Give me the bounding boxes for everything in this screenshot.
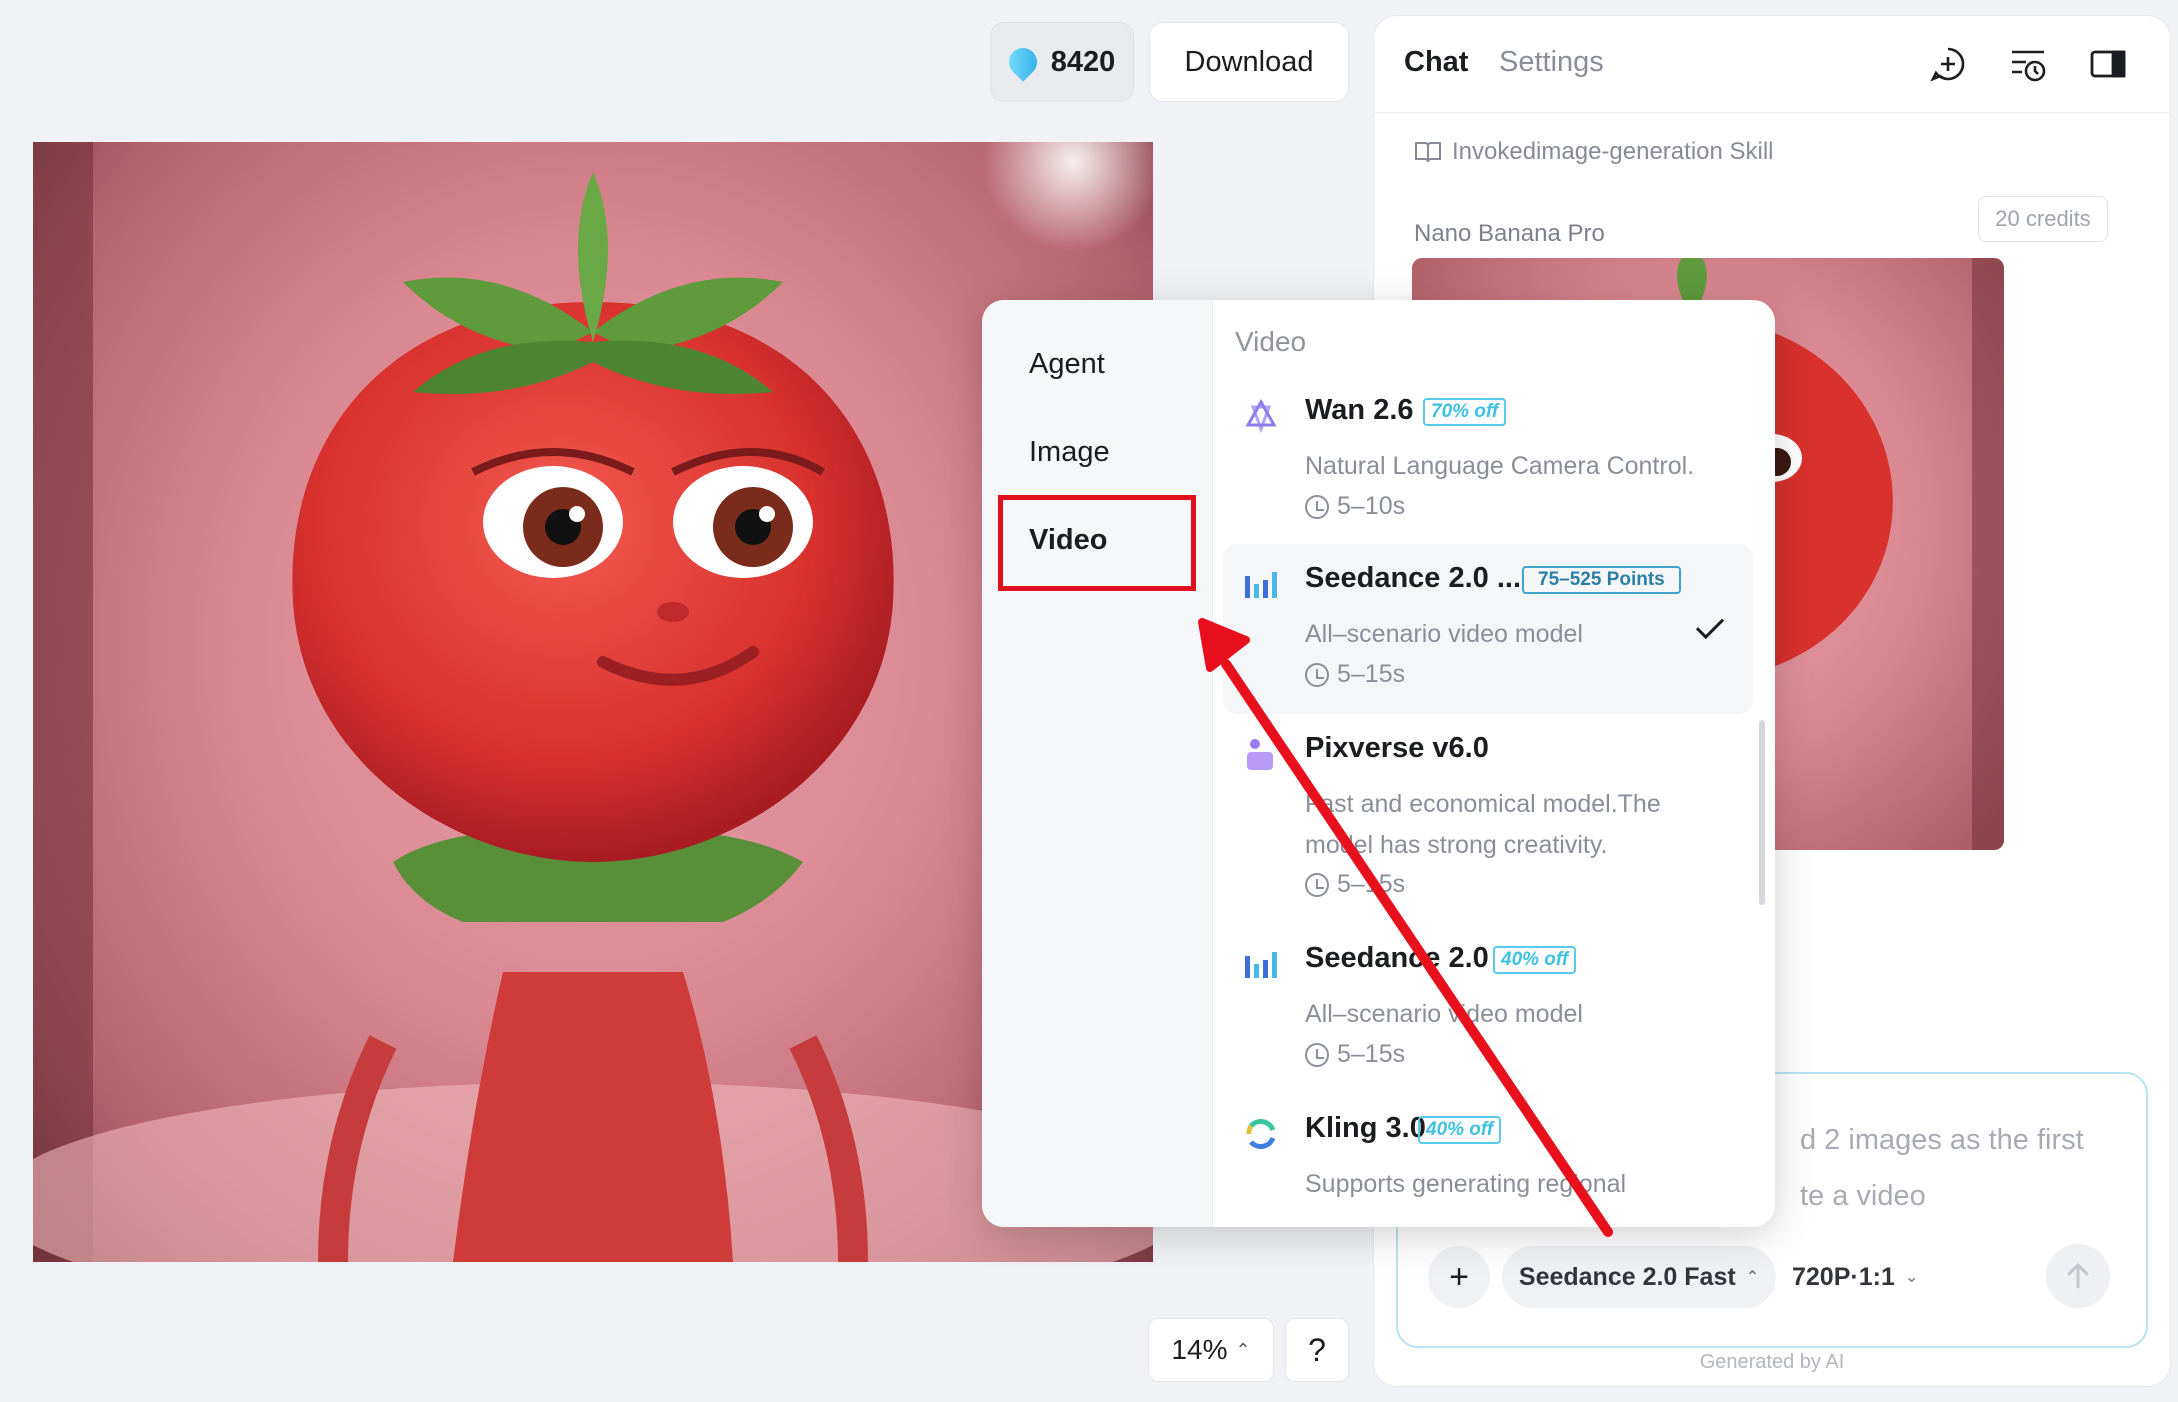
duration-text: 5–10s (1337, 492, 1406, 520)
resolution-select-dropdown[interactable]: 720P·1:1 ⌄ (1792, 1246, 1918, 1308)
header-divider (1374, 112, 2170, 113)
model-option-seedance-2-0-fast[interactable]: Seedance 2.0 ... 75–525 Points All–scena… (1223, 544, 1753, 714)
category-agent[interactable]: Agent (1029, 348, 1105, 381)
duration-text: 5–15s (1337, 660, 1406, 688)
model-description: Supports generating regional (1305, 1170, 1627, 1198)
model-duration: 5–15s (1305, 1040, 1405, 1069)
new-chat-icon[interactable] (1928, 44, 1968, 84)
model-description: All–scenario video model (1305, 1000, 1583, 1028)
points-badge: 75–525 Points (1522, 566, 1681, 594)
model-name: Pixverse v6.0 (1305, 732, 1489, 764)
model-description: Fast and economical model.The model has … (1305, 790, 1661, 859)
model-name: Kling 3.0 (1305, 1112, 1426, 1144)
model-select-dropdown[interactable]: Seedance 2.0 Fast ⌃ (1502, 1246, 1776, 1308)
video-category-highlight-box (998, 495, 1196, 591)
send-button[interactable] (2046, 1244, 2110, 1308)
model-option-kling-3-0[interactable]: Kling 3.0 40% off Supports generating re… (1223, 1094, 1753, 1227)
skill-text: Invokedimage-generation Skill (1452, 138, 1774, 165)
model-duration: 5–15s (1305, 660, 1405, 689)
clock-icon (1305, 872, 1329, 897)
seedance-bars-icon (1245, 572, 1277, 598)
chevron-up-icon: ⌃ (1745, 1269, 1760, 1286)
category-image[interactable]: Image (1029, 436, 1110, 469)
section-title: Video (1235, 326, 1307, 357)
clock-icon (1305, 1042, 1329, 1067)
tab-chat[interactable]: Chat (1404, 46, 1468, 79)
duration-text: 5–15s (1337, 870, 1406, 898)
model-description: Natural Language Camera Control. (1305, 452, 1695, 480)
category-list: Agent Image Video (982, 300, 1213, 1227)
zoom-level-button[interactable]: 14% ⌃ (1148, 1318, 1274, 1382)
model-select-label: Seedance 2.0 Fast (1518, 1262, 1736, 1291)
skill-invocation-line: Invokedimage-generation Skill (1414, 138, 1774, 166)
model-duration: 5–10s (1305, 492, 1405, 521)
clock-icon (1305, 494, 1329, 519)
model-description: All–scenario video model (1305, 620, 1583, 648)
discount-badge: 70% off (1423, 398, 1507, 426)
result-model-name: Nano Banana Pro (1414, 220, 1605, 247)
chevron-down-icon: ⌄ (1904, 1269, 1919, 1286)
model-duration: 5–15s (1305, 870, 1405, 899)
ai-generated-note: Generated by AI (1699, 1351, 1845, 1373)
download-button[interactable]: Download (1149, 22, 1349, 102)
model-option-wan-2-6[interactable]: Wan 2.6 70% off Natural Language Camera … (1223, 376, 1753, 536)
pixverse-logo-icon (1247, 739, 1273, 770)
help-button[interactable]: ? (1285, 1318, 1349, 1382)
discount-badge: 40% off (1493, 946, 1577, 974)
add-attachment-button[interactable]: + (1428, 1246, 1490, 1308)
model-option-seedance-2-0[interactable]: Seedance 2.0 40% off All–scenario video … (1223, 924, 1753, 1094)
chevron-up-icon: ⌃ (1235, 1339, 1251, 1360)
model-name: Wan 2.6 (1305, 394, 1414, 426)
model-list-scrollbar[interactable] (1759, 720, 1765, 905)
model-name: Seedance 2.0 (1305, 942, 1489, 974)
credit-drop-icon (1002, 42, 1043, 82)
arrow-up-icon (2067, 1262, 2089, 1289)
video-model-list: Video Wan 2.6 70% off Natural Language C… (1213, 300, 1775, 1227)
duration-text: 5–15s (1337, 1040, 1406, 1068)
model-option-pixverse-v6-0[interactable]: Pixverse v6.0 Fast and economical model.… (1223, 714, 1753, 924)
seedance-bars-icon (1245, 952, 1277, 978)
book-icon (1415, 142, 1441, 163)
kling-logo-icon (1246, 1119, 1276, 1149)
zoom-value: 14% (1171, 1334, 1228, 1365)
model-picker-dropdown: Agent Image Video Video Wan 2.6 70% off … (982, 300, 1775, 1227)
model-name: Seedance 2.0 ... (1305, 562, 1522, 594)
credits-cost-tag: 20 credits (1978, 196, 2108, 242)
resolution-select-label: 720P·1:1 (1792, 1262, 1895, 1291)
discount-badge: 40% off (1418, 1116, 1502, 1144)
credits-balance-button[interactable]: 8420 (990, 22, 1134, 102)
sidebar-toggle-icon[interactable] (2088, 44, 2128, 84)
history-icon[interactable] (2008, 44, 2048, 84)
tab-settings[interactable]: Settings (1499, 46, 1604, 79)
clock-icon (1305, 662, 1329, 687)
credits-count: 8420 (1050, 45, 1116, 78)
wan-logo-icon (1245, 398, 1277, 434)
